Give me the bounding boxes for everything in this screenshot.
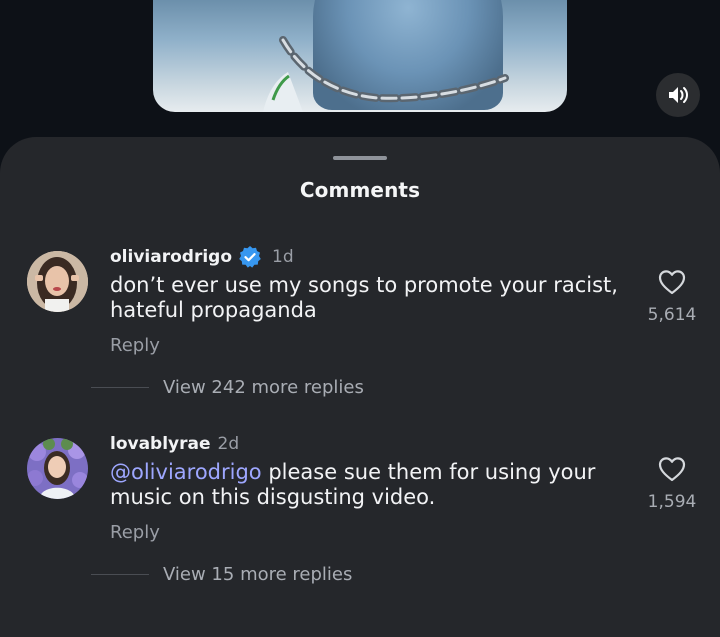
view-replies-button[interactable]: View 15 more replies [91,564,352,585]
username[interactable]: lovablyrae [110,434,211,454]
chain-graphic [263,36,509,112]
heart-icon[interactable] [658,269,686,295]
comment-body: don’t ever use my songs to promote your … [110,273,618,322]
reply-button[interactable]: Reply [110,335,160,356]
divider-line [91,574,149,575]
comment-age: 1d [272,247,294,267]
video-player[interactable] [153,0,567,112]
view-replies-label: View 15 more replies [163,564,353,585]
reply-button[interactable]: Reply [110,522,160,543]
mention-link[interactable]: @oliviarodrigo [110,460,262,484]
like-count: 5,614 [647,305,697,325]
username[interactable]: oliviarodrigo [110,247,232,267]
comment-header: lovablyrae 2d [110,432,239,456]
sheet-title: Comments [299,178,421,202]
comment-text: @oliviarodrigo please sue them for using… [110,460,630,510]
like-column: 1,594 [642,456,702,512]
divider-line [91,387,149,388]
view-replies-label: View 242 more replies [163,377,364,398]
comment-header: oliviarodrigo 1d [110,245,294,269]
drag-handle[interactable] [333,156,387,160]
like-column: 5,614 [642,269,702,325]
comment-text: don’t ever use my songs to promote your … [110,273,630,323]
heart-icon[interactable] [658,456,686,482]
verified-badge-icon [238,245,262,269]
view-replies-button[interactable]: View 242 more replies [91,377,364,398]
comment-age: 2d [217,434,240,454]
like-count: 1,594 [647,492,697,512]
comments-sheet: Comments oliviarodrigo 1d don’t ever use… [0,137,720,637]
avatar[interactable] [27,438,88,499]
speaker-icon [669,87,688,103]
mute-toggle-button[interactable] [656,73,700,117]
avatar[interactable] [27,251,88,312]
